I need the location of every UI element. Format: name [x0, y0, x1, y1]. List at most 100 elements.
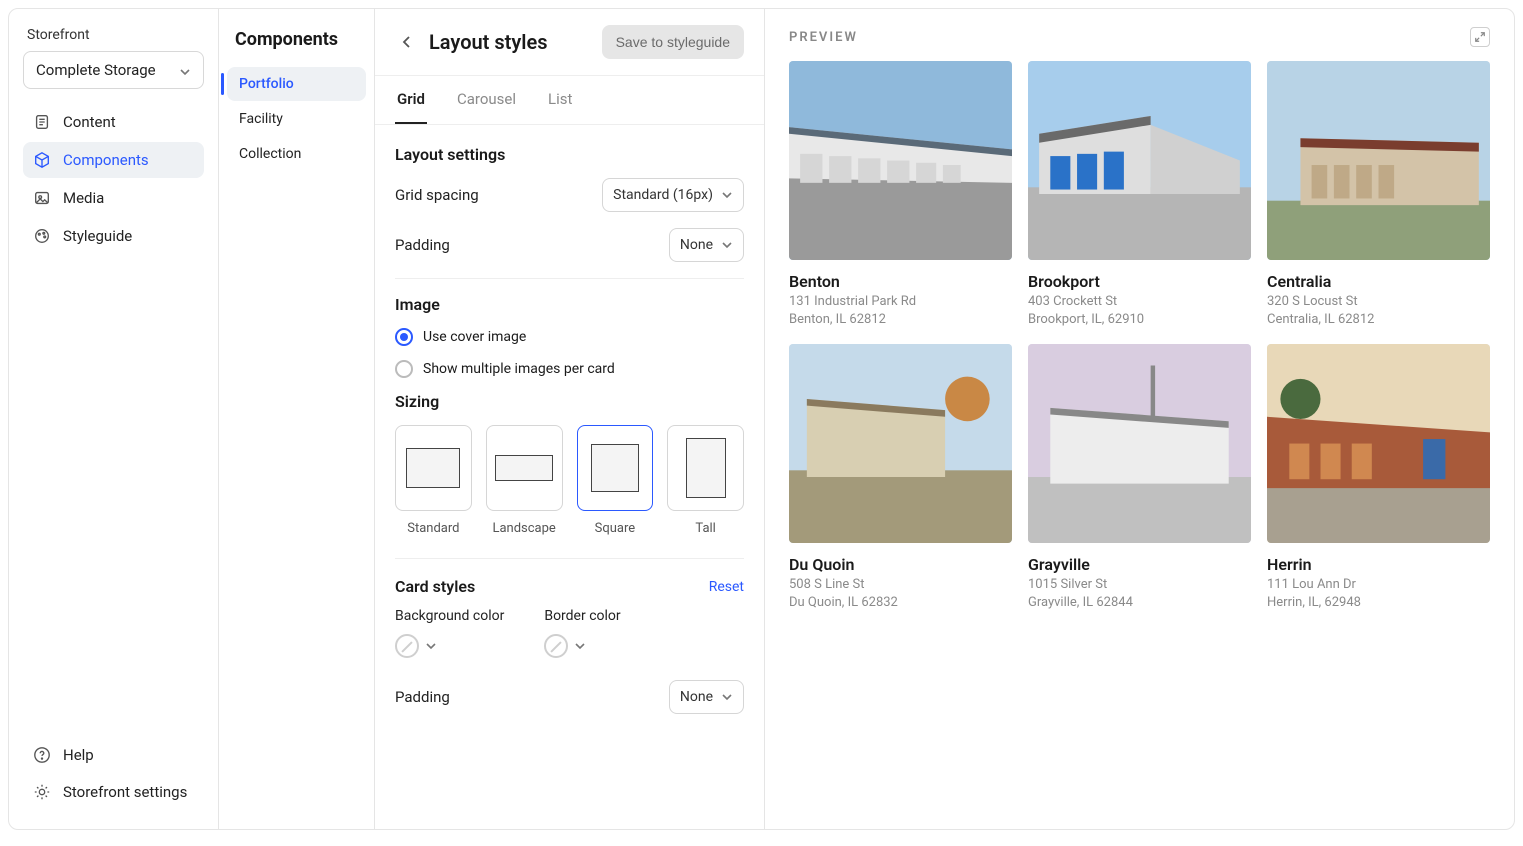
preview-card[interactable]: Centralia 320 S Locust StCentralia, IL 6… [1267, 61, 1490, 328]
border-color-label: Border color [544, 608, 620, 624]
preview-card-title: Benton [789, 272, 1012, 291]
preview-card-title: Grayville [1028, 555, 1251, 574]
none-swatch-icon [544, 634, 568, 658]
editor-title: Layout styles [429, 30, 592, 54]
preview-card-image [1028, 344, 1251, 543]
nav-content-label: Content [63, 113, 116, 131]
layout-settings-heading: Layout settings [395, 145, 744, 164]
nav-components[interactable]: Components [23, 142, 204, 178]
site-selector-value: Complete Storage [36, 61, 156, 79]
none-swatch-icon [395, 634, 419, 658]
nav-content[interactable]: Content [23, 104, 204, 140]
bg-color-label: Background color [395, 608, 504, 624]
layout-padding-select[interactable]: None [669, 228, 744, 262]
preview-panel: PREVIEW Benton 131 Industrial Park RdBen… [765, 9, 1514, 829]
nav-media[interactable]: Media [23, 180, 204, 216]
components-heading: Components [225, 27, 368, 66]
chevron-down-icon [721, 239, 733, 251]
layout-padding-value: None [680, 237, 713, 253]
size-square-label: Square [577, 521, 654, 536]
preview-card[interactable]: Benton 131 Industrial Park RdBenton, IL … [789, 61, 1012, 328]
document-icon [33, 113, 51, 131]
image-heading: Image [395, 295, 744, 314]
layout-padding-label: Padding [395, 236, 450, 254]
sizing-heading: Sizing [395, 392, 744, 411]
help-icon [33, 746, 51, 764]
size-standard-label: Standard [395, 521, 472, 536]
size-tall-label: Tall [667, 521, 744, 536]
nav-settings-label: Storefront settings [63, 783, 187, 801]
grid-spacing-select[interactable]: Standard (16px) [602, 178, 744, 212]
component-item-portfolio[interactable]: Portfolio [227, 67, 366, 101]
preview-card[interactable]: Brookport 403 Crockett StBrookport, IL, … [1028, 61, 1251, 328]
sidebar-left: Storefront Complete Storage Content Comp… [9, 9, 219, 829]
palette-icon [33, 227, 51, 245]
nav-help-label: Help [63, 746, 94, 764]
radio-cover-label: Use cover image [423, 329, 526, 345]
preview-card-image [789, 344, 1012, 543]
preview-card-address: 320 S Locust StCentralia, IL 62812 [1267, 293, 1490, 328]
preview-card-title: Herrin [1267, 555, 1490, 574]
preview-card[interactable]: Du Quoin 508 S Line StDu Quoin, IL 62832 [789, 344, 1012, 611]
nav-styleguide-label: Styleguide [63, 227, 132, 245]
chevron-down-icon [179, 64, 191, 76]
site-selector[interactable]: Complete Storage [23, 51, 204, 89]
image-icon [33, 189, 51, 207]
tab-carousel[interactable]: Carousel [455, 76, 518, 124]
chevron-down-icon [721, 691, 733, 703]
radio-icon [395, 360, 413, 378]
bg-color-picker[interactable] [395, 634, 504, 658]
editor-panel: Layout styles Save to styleguide Grid Ca… [375, 9, 765, 829]
cube-icon [33, 151, 51, 169]
back-button[interactable] [395, 30, 419, 54]
preview-card-title: Brookport [1028, 272, 1251, 291]
nav-media-label: Media [63, 189, 104, 207]
component-item-collection[interactable]: Collection [227, 137, 366, 171]
card-padding-value: None [680, 689, 713, 705]
preview-card-image [1267, 344, 1490, 543]
reset-link[interactable]: Reset [709, 579, 744, 595]
preview-card-address: 111 Lou Ann DrHerrin, IL, 62948 [1267, 576, 1490, 611]
chevron-down-icon [721, 189, 733, 201]
size-option-square[interactable]: Square [577, 425, 654, 536]
components-list-panel: Components Portfolio Facility Collection [219, 9, 375, 829]
layout-tabs: Grid Carousel List [375, 76, 764, 125]
radio-multiple-images[interactable]: Show multiple images per card [395, 360, 744, 378]
nav-settings[interactable]: Storefront settings [23, 774, 204, 810]
size-option-standard[interactable]: Standard [395, 425, 472, 536]
preview-card-address: 403 Crockett StBrookport, IL, 62910 [1028, 293, 1251, 328]
preview-card[interactable]: Herrin 111 Lou Ann DrHerrin, IL, 62948 [1267, 344, 1490, 611]
preview-card-image [1028, 61, 1251, 260]
preview-card-title: Centralia [1267, 272, 1490, 291]
grid-spacing-label: Grid spacing [395, 186, 479, 204]
card-padding-select[interactable]: None [669, 680, 744, 714]
radio-use-cover-image[interactable]: Use cover image [395, 328, 744, 346]
size-option-tall[interactable]: Tall [667, 425, 744, 536]
chevron-down-icon [574, 640, 586, 652]
border-color-picker[interactable] [544, 634, 620, 658]
component-item-facility[interactable]: Facility [227, 102, 366, 136]
nav-styleguide[interactable]: Styleguide [23, 218, 204, 254]
brand-label: Storefront [19, 27, 208, 51]
preview-card-address: 131 Industrial Park RdBenton, IL 62812 [789, 293, 1012, 328]
preview-card-title: Du Quoin [789, 555, 1012, 574]
card-styles-heading: Card styles [395, 577, 475, 596]
gear-icon [33, 783, 51, 801]
expand-preview-button[interactable] [1470, 27, 1490, 47]
chevron-down-icon [425, 640, 437, 652]
nav-help[interactable]: Help [23, 737, 204, 773]
tab-grid[interactable]: Grid [395, 76, 427, 124]
preview-card[interactable]: Grayville 1015 Silver StGrayville, IL 62… [1028, 344, 1251, 611]
size-option-landscape[interactable]: Landscape [486, 425, 563, 536]
preview-card-address: 1015 Silver StGrayville, IL 62844 [1028, 576, 1251, 611]
preview-title: PREVIEW [789, 30, 858, 45]
card-padding-label: Padding [395, 688, 450, 706]
grid-spacing-value: Standard (16px) [613, 187, 713, 203]
save-to-styleguide-button[interactable]: Save to styleguide [602, 25, 744, 59]
preview-card-image [789, 61, 1012, 260]
preview-card-image [1267, 61, 1490, 260]
nav-components-label: Components [63, 151, 149, 169]
tab-list[interactable]: List [546, 76, 574, 124]
radio-icon [395, 328, 413, 346]
preview-card-address: 508 S Line StDu Quoin, IL 62832 [789, 576, 1012, 611]
